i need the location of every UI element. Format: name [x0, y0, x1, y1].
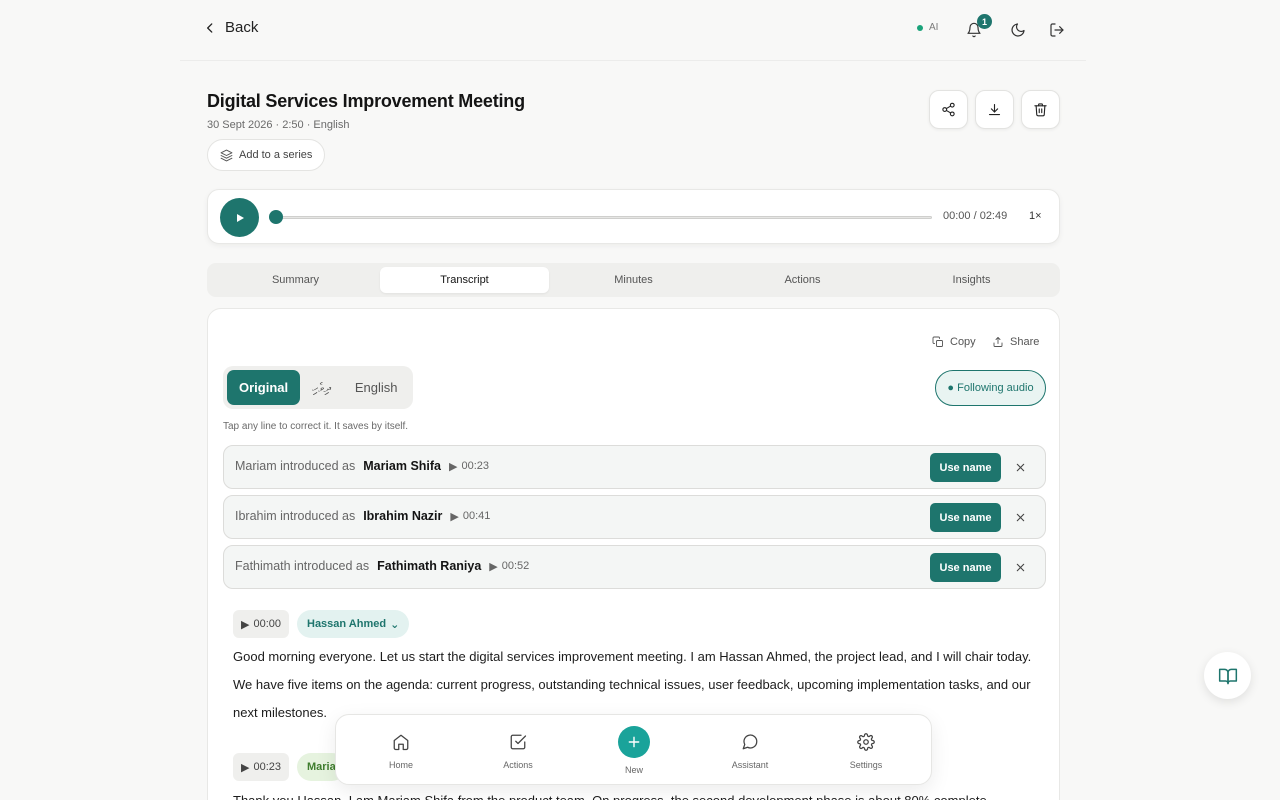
- tab-summary[interactable]: Summary: [211, 267, 380, 293]
- play-icon: [236, 213, 244, 222]
- suggested-name: Fathimath Raniya: [377, 559, 482, 573]
- bottom-navigation: Home Actions New Assistant Settings: [335, 714, 932, 785]
- use-name-button[interactable]: Use name: [930, 553, 1001, 582]
- meeting-meta: 30 Sept 2026 · 2:50 · English: [207, 119, 350, 131]
- nav-label: Settings: [849, 760, 883, 770]
- nav-settings[interactable]: Settings: [821, 715, 911, 786]
- copy-icon: [932, 336, 943, 347]
- suggestion-prefix: Ibrahim introduced as: [235, 509, 356, 523]
- layers-icon: [220, 149, 233, 161]
- download-icon: [988, 103, 1001, 116]
- suggestion-timestamp[interactable]: ▶ 00:23: [449, 460, 489, 473]
- lang-english[interactable]: English: [343, 370, 410, 405]
- close-icon: [1016, 463, 1024, 471]
- nav-label: New: [624, 765, 643, 775]
- suggestion-timestamp[interactable]: ▶ 00:52: [489, 560, 529, 573]
- tab-actions[interactable]: Actions: [718, 267, 887, 293]
- logout-icon: [1050, 23, 1064, 37]
- speaker-suggestion: Fathimath introduced as Fathimath Raniya…: [223, 545, 1046, 589]
- dismiss-suggestion-button[interactable]: [1012, 509, 1028, 525]
- share-label: Share: [1010, 336, 1040, 348]
- back-label: Back: [225, 19, 259, 36]
- tab-transcript[interactable]: Transcript: [380, 267, 549, 293]
- speaker-suggestion: Mariam introduced as Mariam Shifa ▶ 00:2…: [223, 445, 1046, 489]
- tab-insights[interactable]: Insights: [887, 267, 1056, 293]
- nav-label: Home: [388, 760, 413, 770]
- nav-label: Assistant: [731, 760, 769, 770]
- plus-icon: [628, 736, 640, 748]
- nav-label: Actions: [503, 760, 533, 770]
- share-meeting-button[interactable]: [929, 90, 968, 129]
- back-button[interactable]: Back: [203, 19, 258, 36]
- suggestion-prefix: Fathimath introduced as: [235, 559, 370, 573]
- notifications-button[interactable]: 1: [963, 14, 992, 41]
- upload-icon: [993, 337, 1003, 347]
- utterance-timestamp[interactable]: ▶ 00:23: [233, 753, 289, 781]
- open-book-icon: [1218, 668, 1237, 684]
- meeting-title: Digital Services Improvement Meeting: [207, 91, 525, 111]
- download-button[interactable]: [975, 90, 1014, 129]
- ai-label: AI: [929, 22, 939, 33]
- dark-mode-toggle[interactable]: [1007, 19, 1029, 41]
- ai-status-dot: [917, 24, 923, 31]
- trash-icon: [1034, 103, 1047, 117]
- ai-status[interactable]: AI: [917, 22, 938, 33]
- copy-label: Copy: [950, 336, 976, 348]
- suggestion-timestamp[interactable]: ▶ 00:41: [450, 510, 490, 523]
- close-icon: [1016, 563, 1024, 571]
- dismiss-suggestion-button[interactable]: [1012, 559, 1028, 575]
- share-icon: [942, 102, 955, 117]
- suggested-name: Mariam Shifa: [363, 459, 442, 473]
- logout-button[interactable]: [1046, 19, 1068, 41]
- home-icon: [393, 734, 409, 751]
- language-switcher: Original ދިވެހި English: [223, 366, 414, 409]
- edit-hint: Tap any line to correct it. It saves by …: [223, 421, 409, 432]
- utterance-text[interactable]: Thank you Hassan. I am Mariam Shifa from…: [233, 787, 1033, 800]
- nav-actions[interactable]: Actions: [473, 715, 563, 786]
- share-transcript-button[interactable]: Share: [992, 336, 1039, 348]
- use-name-button[interactable]: Use name: [930, 453, 1001, 482]
- nav-new[interactable]: New: [589, 715, 679, 786]
- add-to-series-label: Add to a series: [239, 149, 313, 161]
- audio-time: 00:00 / 02:49: [943, 210, 1008, 222]
- audio-progress-thumb[interactable]: [269, 210, 283, 224]
- speaker-suggestion: Ibrahim introduced as Ibrahim Nazir ▶ 00…: [223, 495, 1046, 539]
- nav-home[interactable]: Home: [356, 715, 446, 786]
- utterance-timestamp[interactable]: ▶ 00:00: [233, 610, 289, 638]
- suggestion-prefix: Mariam introduced as: [235, 459, 356, 473]
- lang-dhivehi[interactable]: ދިވެހި: [300, 370, 343, 405]
- new-button[interactable]: [618, 726, 650, 758]
- close-icon: [1016, 513, 1024, 521]
- audio-progress-track[interactable]: [276, 216, 932, 219]
- section-tabs: Summary Transcript Minutes Actions Insig…: [207, 263, 1060, 297]
- glossary-button[interactable]: [1204, 652, 1251, 699]
- tab-minutes[interactable]: Minutes: [549, 267, 718, 293]
- check-square-icon: [510, 734, 527, 750]
- chat-bubble-icon: [742, 734, 758, 750]
- moon-icon: [1011, 23, 1025, 37]
- following-audio-toggle[interactable]: ● Following audio: [935, 370, 1046, 406]
- lang-original[interactable]: Original: [227, 370, 301, 405]
- copy-button[interactable]: Copy: [932, 336, 976, 348]
- play-button[interactable]: [220, 198, 259, 237]
- speaker-selector[interactable]: Hassan Ahmed ⌄: [297, 610, 410, 638]
- use-name-button[interactable]: Use name: [930, 503, 1001, 532]
- dismiss-suggestion-button[interactable]: [1012, 459, 1028, 475]
- gear-icon: [857, 733, 875, 751]
- nav-assistant[interactable]: Assistant: [705, 715, 795, 786]
- top-bar: Back AI 1: [180, 0, 1086, 61]
- playback-speed-button[interactable]: 1×: [1029, 210, 1042, 222]
- notification-badge: 1: [977, 14, 992, 29]
- chevron-left-icon: [207, 22, 213, 33]
- audio-player: 00:00 / 02:49 1×: [207, 189, 1060, 244]
- add-to-series-button[interactable]: Add to a series: [207, 139, 326, 171]
- suggested-name: Ibrahim Nazir: [363, 509, 443, 523]
- delete-button[interactable]: [1021, 90, 1060, 129]
